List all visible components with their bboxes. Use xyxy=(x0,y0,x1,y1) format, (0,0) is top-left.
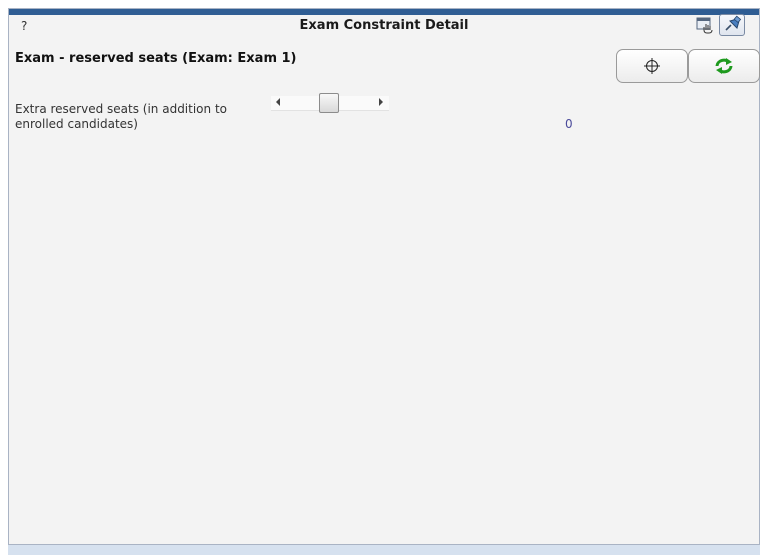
detail-panel: ? Exam Constraint Detail Exam - reserved… xyxy=(8,8,760,545)
panel-title: Exam Constraint Detail xyxy=(299,18,469,33)
reserved-seats-label: Extra reserved seats (in addition to enr… xyxy=(15,102,227,131)
reserved-seats-value: 0 xyxy=(565,117,573,131)
detach-window-icon[interactable] xyxy=(695,16,715,34)
title-bar: ? Exam Constraint Detail xyxy=(9,14,759,37)
refresh-button[interactable] xyxy=(688,49,760,83)
reserved-seats-slider[interactable] xyxy=(271,93,389,113)
bottom-strip xyxy=(8,545,760,555)
slider-right-arrow-icon[interactable] xyxy=(379,98,383,106)
locate-button[interactable] xyxy=(616,49,688,83)
constraint-title: Exam - reserved seats (Exam: Exam 1) xyxy=(15,51,297,66)
refresh-icon xyxy=(715,58,733,74)
crosshair-icon xyxy=(644,58,660,74)
pin-icon[interactable] xyxy=(719,14,745,36)
slider-left-arrow-icon[interactable] xyxy=(276,98,280,106)
slider-thumb[interactable] xyxy=(318,93,339,113)
